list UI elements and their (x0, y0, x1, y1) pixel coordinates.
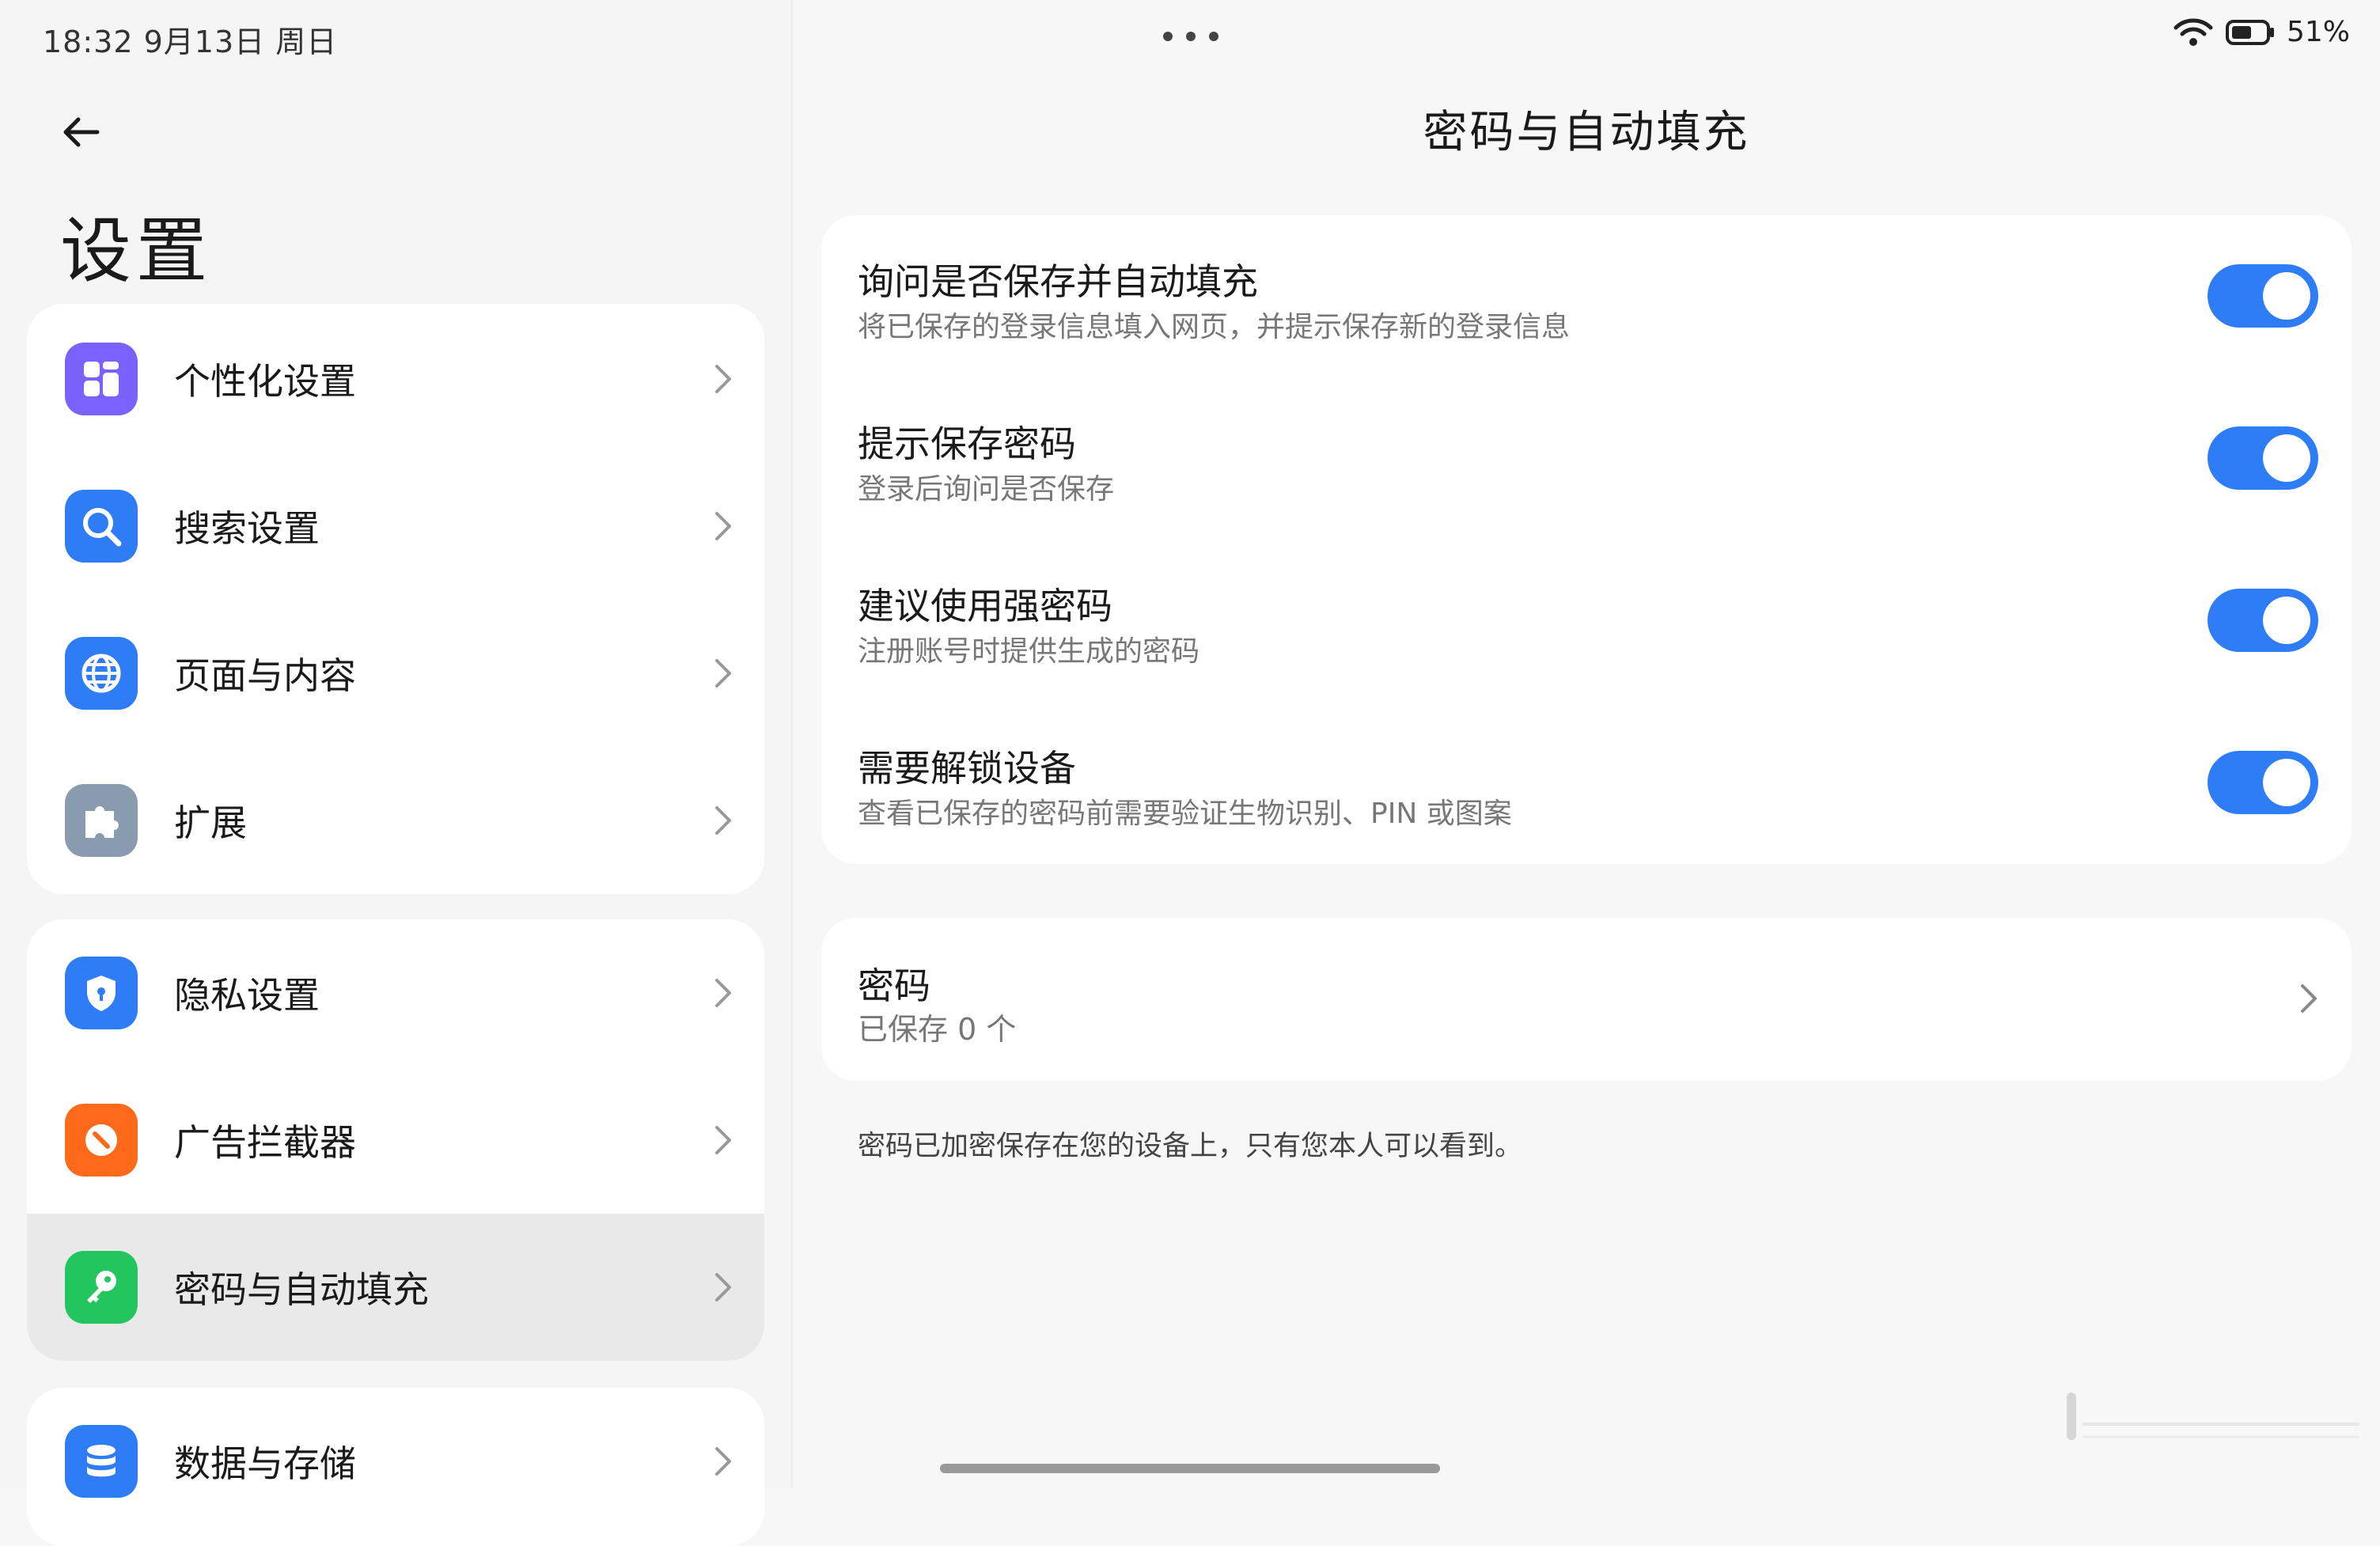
toggle-ask-save-autofill[interactable] (2208, 264, 2318, 328)
chevron-right-icon (2293, 983, 2325, 1014)
home-indicator[interactable] (940, 1464, 1440, 1473)
sidebar-item-label: 页面与内容 (174, 654, 356, 697)
personalization-icon (65, 343, 138, 415)
battery-percent: 51% (2286, 16, 2350, 48)
wifi-icon (2173, 18, 2213, 46)
chevron-right-icon (707, 363, 739, 395)
settings-group-3: 数据与存储 (27, 1388, 764, 1546)
chevron-right-icon (707, 1124, 739, 1156)
sidebar-item-label: 密码与自动填充 (174, 1268, 429, 1311)
setting-description: 将已保存的登录信息填入网页，并提示保存新的登录信息 (858, 311, 1571, 343)
settings-sidebar: 18:32 9月13日 周日 设置 个性化设置 搜索设置 页面与内容 扩展 隐私… (0, 0, 791, 1546)
battery-icon (2225, 19, 2274, 45)
setting-title: 提示保存密码 (858, 422, 1076, 465)
setting-row-prompt-save-password: 提示保存密码 登录后询问是否保存 (821, 377, 2352, 540)
setting-title: 需要解锁设备 (858, 747, 1076, 790)
globe-icon (65, 637, 138, 710)
window-resize-handle[interactable] (2067, 1393, 2367, 1456)
setting-row-ask-save-autofill: 询问是否保存并自动填充 将已保存的登录信息填入网页，并提示保存新的登录信息 (821, 215, 2352, 377)
sidebar-item-privacy[interactable]: 隐私设置 (27, 919, 764, 1067)
sidebar-item-label: 扩展 (174, 801, 247, 844)
back-button[interactable] (55, 106, 108, 158)
sidebar-item-label: 广告拦截器 (174, 1121, 356, 1164)
chevron-right-icon (707, 977, 739, 1009)
setting-description: 登录后询问是否保存 (858, 473, 1115, 506)
sidebar-item-label: 个性化设置 (174, 360, 356, 403)
toggle-prompt-save-password[interactable] (2208, 426, 2318, 490)
sidebar-item-data-storage[interactable]: 数据与存储 (27, 1388, 764, 1535)
sidebar-item-passwords-autofill[interactable]: 密码与自动填充 (27, 1214, 764, 1361)
sidebar-item-label: 隐私设置 (174, 974, 320, 1017)
sidebar-item-adblocker[interactable]: 广告拦截器 (27, 1067, 764, 1214)
chevron-right-icon (707, 805, 739, 836)
setting-title: 询问是否保存并自动填充 (858, 260, 1258, 303)
chevron-right-icon (707, 1271, 739, 1303)
sidebar-item-label: 数据与存储 (174, 1442, 356, 1485)
status-time-date: 18:32 9月13日 周日 (43, 25, 338, 59)
search-icon (65, 490, 138, 563)
chevron-right-icon (707, 657, 739, 689)
sidebar-item-extensions[interactable]: 扩展 (27, 747, 764, 894)
setting-row-suggest-strong-password: 建议使用强密码 注册账号时提供生成的密码 (821, 540, 2352, 702)
sidebar-item-search[interactable]: 搜索设置 (27, 453, 764, 600)
setting-description: 查看已保存的密码前需要验证生物识别、PIN 或图案 (858, 798, 1512, 830)
more-options-icon[interactable] (1163, 21, 1218, 52)
setting-row-require-unlock: 需要解锁设备 查看已保存的密码前需要验证生物识别、PIN 或图案 (821, 702, 2352, 864)
chevron-right-icon (707, 510, 739, 542)
chevron-right-icon (707, 1446, 739, 1477)
settings-group-1: 个性化设置 搜索设置 页面与内容 扩展 (27, 304, 764, 894)
status-indicators: 51% (2173, 16, 2350, 48)
sidebar-item-label: 搜索设置 (174, 507, 320, 550)
saved-passwords-item[interactable]: 密码 已保存 0 个 (821, 918, 2352, 1081)
settings-group-2: 隐私设置 广告拦截器 密码与自动填充 (27, 919, 764, 1361)
setting-description: 注册账号时提供生成的密码 (858, 635, 1200, 668)
toggle-require-unlock[interactable] (2208, 751, 2318, 814)
key-icon (65, 1251, 138, 1324)
sidebar-item-pages-content[interactable]: 页面与内容 (27, 600, 764, 747)
puzzle-icon (65, 784, 138, 857)
passwords-count: 已保存 0 个 (858, 1012, 1017, 1047)
shield-icon (65, 957, 138, 1029)
database-icon (65, 1425, 138, 1498)
back-arrow-icon (63, 117, 100, 147)
sidebar-item-personalization[interactable]: 个性化设置 (27, 305, 764, 453)
page-title: 设置 (60, 210, 212, 293)
autofill-toggles-card: 询问是否保存并自动填充 将已保存的登录信息填入网页，并提示保存新的登录信息 提示… (821, 215, 2352, 864)
detail-title: 密码与自动填充 (1423, 107, 1750, 158)
encryption-note: 密码已加密保存在您的设备上，只有您本人可以看到。 (858, 1131, 1523, 1162)
toggle-suggest-strong-password[interactable] (2208, 589, 2318, 652)
setting-title: 建议使用强密码 (858, 585, 1112, 627)
adblock-icon (65, 1104, 138, 1177)
passwords-title: 密码 (858, 964, 930, 1007)
